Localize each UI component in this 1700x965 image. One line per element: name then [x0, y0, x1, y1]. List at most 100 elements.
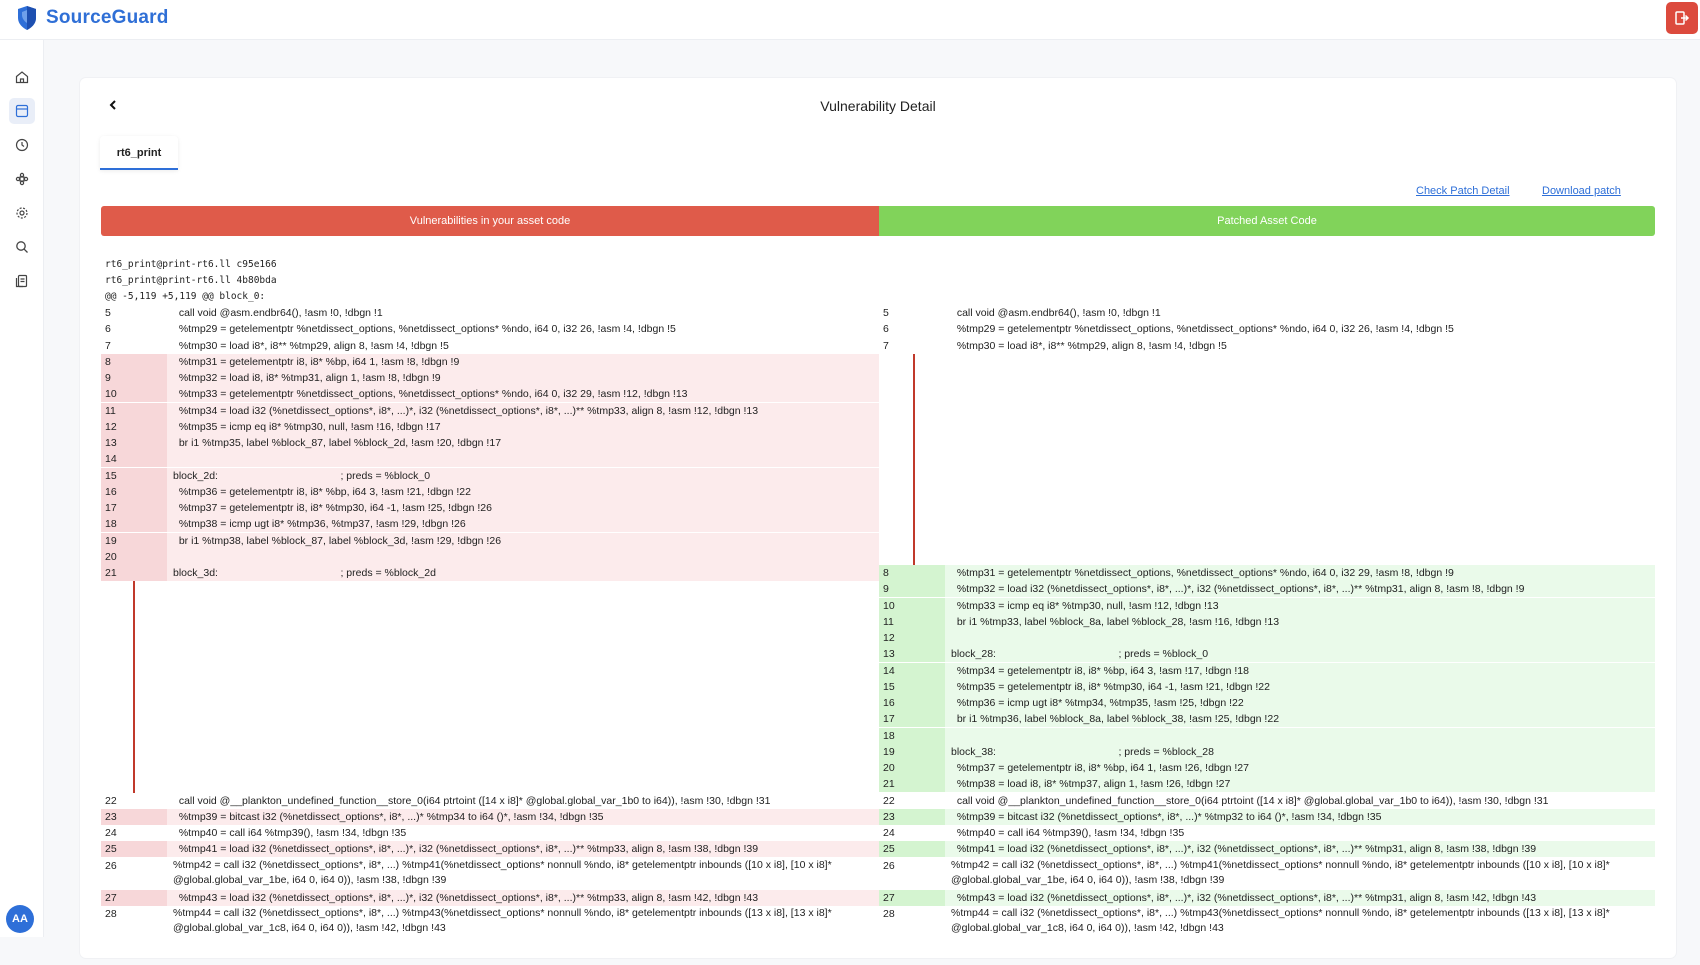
code-text: %tmp29 = getelementptr %netdissect_optio…	[951, 323, 1454, 336]
line-number: 27	[879, 890, 945, 906]
line-number: 21	[879, 776, 945, 793]
diff-line: 10 %tmp33 = getelementptr %netdissect_op…	[101, 386, 879, 403]
code-text: %tmp43 = load i32 (%netdissect_options*,…	[173, 892, 759, 904]
check-patch-detail-link[interactable]: Check Patch Detail	[1416, 185, 1510, 197]
code-text: %tmp38 = icmp ugt i8* %tmp36, %tmp37, !a…	[173, 518, 466, 531]
line-number: 18	[101, 516, 167, 533]
sidebar-item-home[interactable]	[9, 64, 35, 90]
line-number: 17	[101, 500, 167, 516]
line-number: 16	[879, 695, 945, 711]
code-text: %tmp36 = icmp ugt i8* %tmp34, %tmp35, !a…	[951, 697, 1244, 709]
diff-line: 16 %tmp36 = getelementptr i8, i8* %bp, i…	[101, 483, 879, 500]
diff-line: 23 %tmp39 = bitcast i32 (%netdissect_opt…	[879, 808, 1655, 825]
diff-line: 22 call void @__plankton_undefined_funct…	[879, 793, 1655, 809]
line-number: 8	[879, 565, 945, 581]
sidebar-item-history[interactable]	[9, 132, 35, 158]
code-text: %tmp42 = call i32 (%netdissect_options*,…	[951, 858, 1610, 886]
line-number: 15	[879, 678, 945, 695]
user-avatar[interactable]: AA	[6, 905, 34, 933]
diff-line: 22 call void @__plankton_undefined_funct…	[101, 793, 879, 809]
logout-button[interactable]	[1666, 2, 1698, 34]
diff-line: 8 %tmp31 = getelementptr %netdissect_opt…	[879, 565, 1655, 581]
code-text: %tmp31 = getelementptr i8, i8* %bp, i64 …	[173, 355, 460, 368]
code-text: %tmp36 = getelementptr i8, i8* %bp, i64 …	[173, 485, 471, 498]
diff-line: 7 %tmp30 = load i8*, i8** %tmp29, align …	[879, 338, 1655, 354]
line-number: 8	[101, 353, 167, 370]
vulnerability-detail-card: Vulnerability Detail rt6_print Check Pat…	[80, 78, 1676, 958]
diff-line: 5 call void @asm.endbr64(), !asm !0, !db…	[101, 305, 879, 321]
line-number: 12	[101, 418, 167, 435]
download-patch-link[interactable]: Download patch	[1542, 185, 1621, 197]
diff-line: 17 %tmp37 = getelementptr i8, i8* %tmp30…	[101, 500, 879, 516]
diff-line: 19 block_38: ; preds = %block_28	[879, 743, 1655, 760]
code-text: br i1 %tmp35, label %block_87, label %bl…	[173, 437, 502, 449]
line-number: 23	[879, 808, 945, 825]
line-number: 9	[879, 581, 945, 598]
diff-line: 27 %tmp43 = load i32 (%netdissect_option…	[101, 890, 879, 906]
line-number: 20	[879, 760, 945, 776]
app-logo[interactable]: SourceGuard	[16, 5, 169, 31]
line-number: 7	[883, 339, 889, 352]
line-number: 22	[883, 794, 895, 807]
diff-line: 17 br i1 %tmp36, label %block_8a, label …	[879, 711, 1655, 728]
diff-line: 21 %tmp38 = load i8, i8* %tmp37, align 1…	[879, 776, 1655, 793]
diff-line: 23 %tmp39 = bitcast i32 (%netdissect_opt…	[101, 808, 879, 825]
diff-line: 25 %tmp41 = load i32 (%netdissect_option…	[101, 841, 879, 858]
line-number: 7	[105, 339, 111, 352]
diff-line: 11 br i1 %tmp33, label %block_8a, label …	[879, 613, 1655, 630]
tab-label: rt6_print	[116, 147, 162, 159]
code-text: %tmp34 = getelementptr i8, i8* %bp, i64 …	[951, 664, 1249, 677]
line-number: 16	[101, 483, 167, 500]
code-text: %tmp37 = getelementptr i8, i8* %bp, i64 …	[951, 762, 1249, 774]
diff-hunk-header: @@ -5,119 +5,119 @@ block_0:	[105, 291, 266, 302]
sidebar-item-reports[interactable]	[9, 268, 35, 294]
diff-line: 20	[101, 548, 879, 565]
home-icon	[15, 71, 29, 84]
line-number: 23	[101, 808, 167, 825]
diff-gap-marker	[133, 581, 135, 793]
diff-line: 15 block_2d: ; preds = %block_0	[101, 467, 879, 484]
diff-line: 7 %tmp30 = load i8*, i8** %tmp29, align …	[101, 338, 879, 354]
diff-line: 10 %tmp33 = icmp eq i8* %tmp30, null, !a…	[879, 597, 1655, 614]
patched-code-header: Patched Asset Code	[879, 206, 1655, 236]
line-number: 5	[883, 307, 889, 319]
tab-rt6-print[interactable]: rt6_print	[100, 136, 178, 170]
code-text: %tmp39 = bitcast i32 (%netdissect_option…	[173, 810, 604, 823]
sidebar-item-settings[interactable]	[9, 200, 35, 226]
code-text: %tmp35 = getelementptr i8, i8* %tmp30, i…	[951, 680, 1270, 693]
code-text: %tmp38 = load i8, i8* %tmp37, align 1, !…	[951, 778, 1231, 791]
diff-line: 26 %tmp42 = call i32 (%netdissect_option…	[101, 858, 879, 888]
sidebar: AA	[0, 40, 44, 937]
code-text: br i1 %tmp36, label %block_8a, label %bl…	[951, 713, 1280, 726]
sidebar-item-integrations[interactable]	[9, 166, 35, 192]
code-text: %tmp30 = load i8*, i8** %tmp29, align 8,…	[951, 339, 1227, 352]
history-icon	[15, 138, 29, 152]
diff-meta-line: rt6_print@print-rt6.ll c95e166	[105, 259, 277, 270]
code-text: %tmp37 = getelementptr i8, i8* %tmp30, i…	[173, 502, 492, 514]
diff-line: 9 %tmp32 = load i32 (%netdissect_options…	[879, 581, 1655, 598]
line-number: 27	[101, 890, 167, 906]
line-number: 24	[883, 827, 895, 839]
diff-line: 16 %tmp36 = icmp ugt i8* %tmp34, %tmp35,…	[879, 695, 1655, 711]
sidebar-item-search[interactable]	[9, 234, 35, 260]
code-text: %tmp42 = call i32 (%netdissect_options*,…	[173, 858, 832, 886]
code-text: %tmp34 = load i32 (%netdissect_options*,…	[173, 404, 759, 417]
code-text: br i1 %tmp33, label %block_8a, label %bl…	[951, 615, 1280, 628]
code-text: %tmp44 = call i32 (%netdissect_options*,…	[951, 907, 1610, 935]
diff-line: 14	[101, 451, 879, 468]
vulnerable-code-header: Vulnerabilities in your asset code	[101, 206, 879, 236]
line-number: 11	[879, 613, 945, 630]
diff-line: 24 %tmp40 = call i64 %tmp39(), !asm !34,…	[101, 825, 879, 841]
diff-line: 5 call void @asm.endbr64(), !asm !0, !db…	[879, 305, 1655, 321]
code-text: block_38: ; preds = %block_28	[951, 745, 1214, 758]
line-number: 25	[879, 841, 945, 858]
code-text: %tmp40 = call i64 %tmp39(), !asm !34, !d…	[951, 827, 1185, 839]
line-number: 6	[883, 323, 889, 336]
code-text: call void @asm.endbr64(), !asm !0, !dbgn…	[951, 307, 1161, 319]
line-number: 22	[105, 794, 117, 807]
sidebar-item-dashboard[interactable]	[9, 98, 35, 124]
code-text: %tmp33 = icmp eq i8* %tmp30, null, !asm …	[951, 599, 1219, 612]
diff-line: 25 %tmp41 = load i32 (%netdissect_option…	[879, 841, 1655, 858]
diff-line: 21 block_3d: ; preds = %block_2d	[101, 565, 879, 581]
